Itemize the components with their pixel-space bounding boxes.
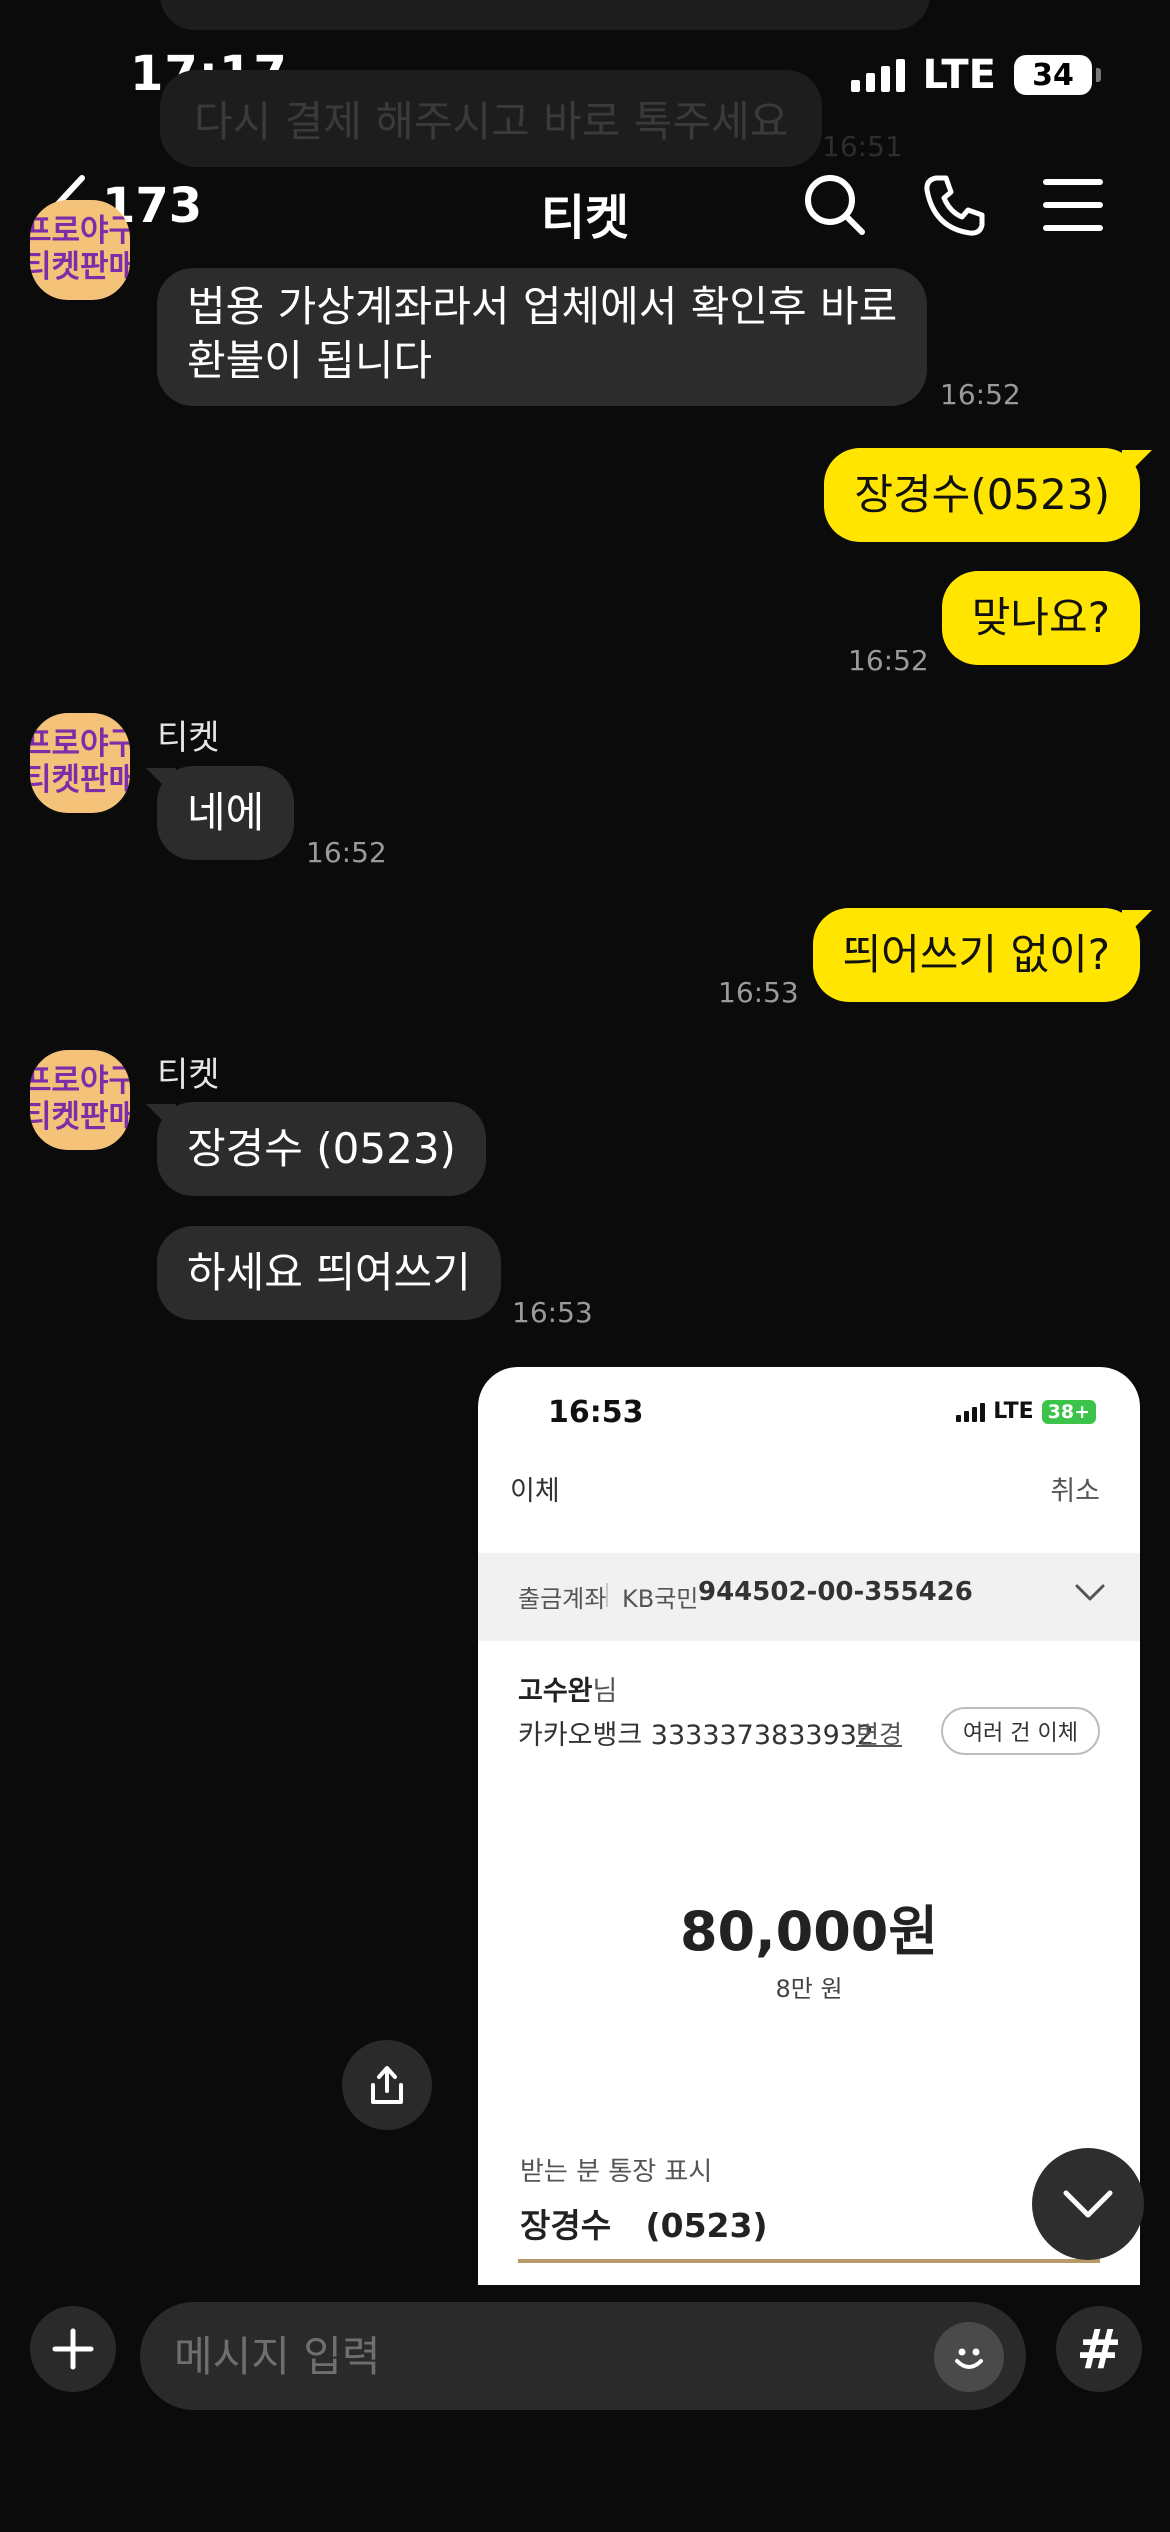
network-type: LTE [922,52,996,98]
image-transfer-title: 이체 [510,1476,560,1507]
avatar[interactable]: 프로야구 티켓판매 [30,200,130,300]
image-cancel: 취소 [1050,1476,1100,1507]
image-account-label: 출금계좌 [518,1585,607,1613]
image-account-number: 944502-00-355426 [698,1577,973,1607]
message-bubble[interactable]: 띄어쓰기 없이? [812,908,1140,1002]
plus-icon [52,2328,94,2370]
avatar-line: 프로야구 [30,1063,130,1100]
message-text: 띄어쓰기 없이? [842,930,1110,979]
avatar-line: 티켓판매 [30,1099,130,1135]
avatar-line: 프로야구 [30,726,130,763]
message-text: 하세요 띄여쓰기 [187,1248,471,1297]
faded-message [160,0,930,30]
avatar-line: 티켓판매 [30,762,130,798]
attach-button[interactable] [30,2306,116,2392]
image-recipient: 고수완님 [518,1669,617,1708]
image-recipient-bank: 카카오뱅크 3333373833932 [518,1720,875,1751]
message-bubble[interactable]: 맞나요? [941,571,1140,665]
chevron-down-icon [1063,2190,1113,2218]
emoji-button[interactable] [934,2322,1004,2392]
avatar-line: 프로야구 [30,213,130,250]
status-indicators: LTE 34 [850,52,1101,98]
chevron-down-icon [1075,1584,1105,1601]
chat-header: 173 티켓 [0,150,1170,265]
message-bubble[interactable]: 장경수(0523) [824,448,1140,542]
message-text: 법용 가상계좌라서 업체에서 확인후 바로 [187,282,898,331]
share-button[interactable] [342,2040,432,2130]
avatar[interactable]: 프로야구 티켓판매 [30,1050,130,1150]
image-amount-korean: 8만 원 [775,1975,843,2003]
image-change-link: 변경 [856,1720,903,1749]
image-status-time: 16:53 [548,1395,644,1430]
search-icon[interactable] [800,170,870,240]
message-text: 네에 [187,788,265,837]
image-recipient-display-value: 장경수 (0523) [520,2206,768,2245]
image-status-indicators: LTE 38+ [956,1399,1096,1424]
sent-image[interactable]: 16:53 LTE 38+ 이체 취소 출금계좌 KB국민 944502-00-… [478,1367,1140,2285]
image-separator [606,1583,608,1607]
image-account-bank: KB국민 [622,1585,699,1613]
message-bubble[interactable]: 네에 [157,766,295,860]
image-network-type: LTE [993,1399,1034,1424]
image-recipient-display-label: 받는 분 통장 표시 [520,2157,713,2187]
scroll-to-bottom-button[interactable] [1032,2148,1144,2260]
battery-icon: 34 [1014,55,1101,95]
image-signal-icon [956,1402,986,1422]
message-time: 16:52 [848,644,929,677]
message-time: 16:53 [512,1296,593,1329]
image-recipient-name: 고수완 [518,1676,593,1707]
sender-name: 티켓 [157,718,220,758]
image-battery: 38+ [1041,1399,1096,1424]
hashtag-button[interactable]: # [1056,2306,1142,2392]
phone-icon[interactable] [920,170,990,240]
message-bubble[interactable]: 장경수 (0523) [157,1102,486,1196]
message-bubble[interactable]: 하세요 띄여쓰기 [157,1226,501,1320]
image-input-underline [518,2259,1100,2263]
message-text: 장경수 (0523) [187,1124,456,1173]
share-icon [371,2066,403,2104]
message-time: 16:52 [940,378,1021,411]
image-account-row: 출금계좌 KB국민 944502-00-355426 [478,1553,1140,1641]
chat-title: 티켓 [540,190,630,246]
message-time: 16:52 [306,836,387,869]
emoji-icon [955,2348,983,2369]
battery-level: 34 [1032,57,1074,93]
avatar-line: 티켓판매 [30,249,130,285]
message-time: 16:53 [718,976,799,1009]
message-input[interactable] [140,2302,1026,2410]
message-text: 맞나요? [971,593,1110,642]
message-text: 환불이 됩니다 [187,336,433,385]
signal-icon [850,58,905,92]
message-bubble[interactable]: 법용 가상계좌라서 업체에서 확인후 바로 환불이 됩니다 [157,268,928,406]
image-amount: 80,000원 [679,1900,939,1963]
sender-name: 티켓 [157,1055,220,1095]
image-multi-transfer: 여러 건 이체 [940,1707,1100,1755]
avatar[interactable]: 프로야구 티켓판매 [30,713,130,813]
message-text: 장경수(0523) [854,470,1110,519]
image-recipient-suffix: 님 [592,1676,618,1707]
menu-icon[interactable] [1040,170,1106,240]
